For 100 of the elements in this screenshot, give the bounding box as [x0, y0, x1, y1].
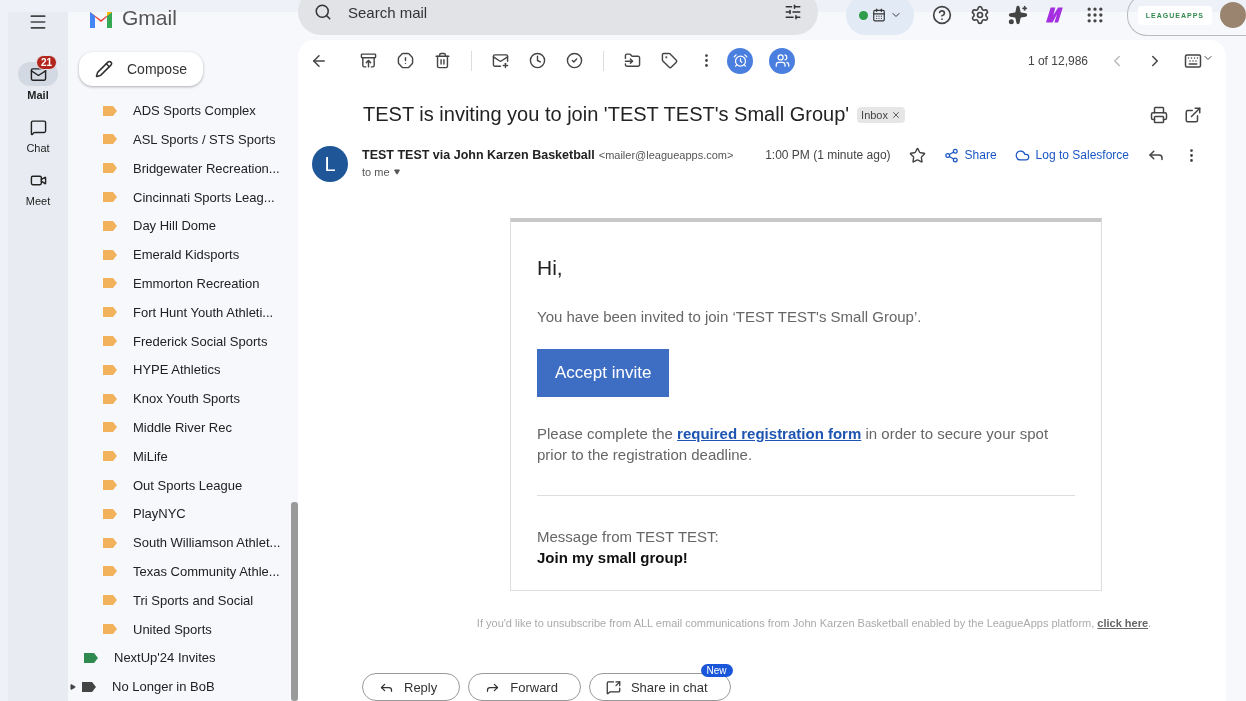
label-name: NextUp'24 Invites — [114, 650, 216, 666]
label-name: Cincinnati Sports Leag... — [133, 189, 275, 205]
email-subject: TEST is inviting you to join 'TEST TEST's Small Group' — [363, 103, 850, 126]
scrollbar[interactable] — [291, 502, 298, 701]
message-counter: 1 of 12,986 — [1027, 53, 1088, 68]
delete-icon[interactable] — [434, 52, 451, 69]
label-name: Texas Community Athle... — [133, 563, 280, 579]
action-link[interactable]: Share — [943, 147, 997, 163]
message-text: Join my small group! — [537, 549, 689, 566]
filter-icon[interactable] — [784, 3, 803, 21]
new-badge: New — [700, 664, 733, 677]
pencil-icon — [95, 60, 113, 79]
alarm-clock-icon[interactable] — [727, 47, 753, 74]
settings-icon[interactable] — [970, 5, 991, 25]
group-icon[interactable] — [769, 47, 795, 74]
label-name: No Longer in BoB — [112, 679, 215, 695]
label-name: PlayNYC — [133, 506, 186, 522]
label-name: Knox Youth Sports — [133, 391, 240, 407]
label-name: Out Sports League — [133, 477, 243, 493]
email-time: 1:00 PM (1 minute ago) — [765, 148, 891, 162]
label-item[interactable]: Emerald Kidsports — [68, 240, 321, 270]
label-item[interactable]: Day Hill Dome — [68, 211, 321, 241]
greeting: Hi, — [537, 256, 564, 280]
recipient-dropdown[interactable]: to me — [362, 166, 734, 178]
label-item[interactable]: Out Sports League — [68, 470, 321, 500]
label-item[interactable]: Cincinnati Sports Leag... — [68, 182, 321, 212]
add-task-icon[interactable] — [566, 52, 583, 69]
mail-icon — [29, 65, 47, 83]
cloud-icon — [1014, 147, 1030, 163]
calendar-icon — [871, 8, 886, 22]
label-icon[interactable] — [661, 52, 678, 69]
avatar — [1220, 2, 1246, 28]
label-item[interactable]: United Sports — [68, 614, 321, 644]
label-name: HYPE Athletics — [133, 362, 221, 378]
archive-icon[interactable] — [360, 52, 377, 69]
label-name: Emerald Kidsports — [133, 247, 240, 263]
compose-button[interactable]: Compose — [79, 52, 203, 87]
chat-icon — [29, 118, 47, 136]
intro-text: You have been invited to join ‘TEST TEST's Small Group’. — [537, 307, 923, 327]
label-item[interactable]: Middle River Rec — [68, 413, 321, 442]
app-name: Gmail — [122, 6, 177, 30]
mark-unread-icon[interactable] — [492, 52, 509, 69]
inbox-tag[interactable]: Inbox — [857, 106, 905, 123]
label-name: Frederick Social Sports — [133, 333, 268, 349]
accept-invite-button[interactable]: Accept invite — [537, 349, 670, 397]
label-name: Fort Hunt Youth Athleti... — [133, 304, 274, 320]
reply-button[interactable]: Share in chat — [588, 673, 731, 701]
label-item[interactable]: Texas Community Athle... — [68, 557, 321, 586]
label-item[interactable]: South Williamson Athlet... — [68, 528, 321, 557]
help-icon[interactable] — [932, 5, 953, 25]
reply-button[interactable]: Forward — [468, 673, 581, 701]
message-label: Message from TEST TEST: — [537, 528, 720, 545]
search-input[interactable]: Search mail — [346, 2, 771, 22]
label-name: ADS Sports Complex — [133, 103, 256, 119]
sender-name: TEST TEST via John Karzen Basketball — [362, 148, 595, 162]
action-link[interactable]: Log to Salesforce — [1014, 147, 1129, 163]
label-name: MiLife — [133, 448, 168, 464]
star-icon[interactable] — [908, 146, 926, 164]
label-name: Tri Sports and Social — [133, 592, 254, 608]
open-new-window-icon[interactable] — [1184, 105, 1202, 124]
search-field[interactable]: Search mail — [298, 0, 819, 35]
chat-share-icon — [605, 679, 621, 695]
move-folder-icon[interactable] — [624, 52, 641, 69]
unsubscribe-text: If you'd like to unsubscribe from ALL email communications from John Karzen Basketball enabled by the LeagueApps platform, click here. — [475, 617, 1153, 629]
registration-note: Please complete the required registration form in order to secure your spot prior to the registration deadline. — [537, 424, 1050, 465]
label-name: Bridgewater Recreation... — [133, 160, 280, 176]
label-name: South Williamson Athlet... — [133, 535, 281, 551]
spam-icon[interactable] — [397, 52, 414, 69]
keyboard-icon[interactable] — [1184, 51, 1214, 70]
label-item[interactable]: Emmorton Recreation — [68, 269, 321, 298]
clock-icon[interactable] — [529, 52, 546, 69]
reply-button[interactable]: Reply — [362, 673, 461, 701]
label-name: Middle River Rec — [133, 419, 232, 435]
share-icon — [943, 147, 959, 163]
label-item[interactable]: NextUp'24 Invites — [68, 643, 302, 673]
menu-icon[interactable] — [28, 12, 48, 32]
sparkle-icon[interactable] — [1008, 5, 1029, 25]
registration-link[interactable]: required registration form — [677, 425, 862, 442]
print-icon[interactable] — [1150, 105, 1168, 124]
caret-down-icon — [393, 169, 400, 175]
label-item[interactable]: HYPE Athletics — [68, 355, 321, 385]
label-item[interactable]: Frederick Social Sports — [68, 326, 321, 356]
label-item[interactable]: Fort Hunt Youth Athleti... — [68, 297, 321, 327]
sender-avatar: L — [312, 146, 348, 182]
label-name: ASL Sports / STS Sports — [133, 131, 276, 147]
label-item[interactable]: ADS Sports Complex — [68, 96, 321, 126]
label-item[interactable]: PlayNYC — [68, 499, 321, 529]
label-item[interactable]: Knox Youth Sports — [68, 384, 321, 414]
label-name: Emmorton Recreation — [133, 275, 260, 291]
label-item[interactable]: No Longer in BoB — [68, 672, 302, 701]
rail-label: Meet — [25, 195, 51, 207]
label-item[interactable]: Tri Sports and Social — [68, 585, 321, 615]
caret-right-icon[interactable] — [70, 683, 76, 690]
search-icon — [314, 3, 332, 21]
label-name: Day Hill Dome — [133, 218, 217, 234]
close-icon[interactable] — [891, 109, 901, 120]
label-item[interactable]: MiLife — [68, 441, 321, 471]
status-button[interactable] — [846, 0, 915, 35]
label-name: United Sports — [133, 621, 212, 637]
rail-label: Mail — [27, 89, 49, 101]
